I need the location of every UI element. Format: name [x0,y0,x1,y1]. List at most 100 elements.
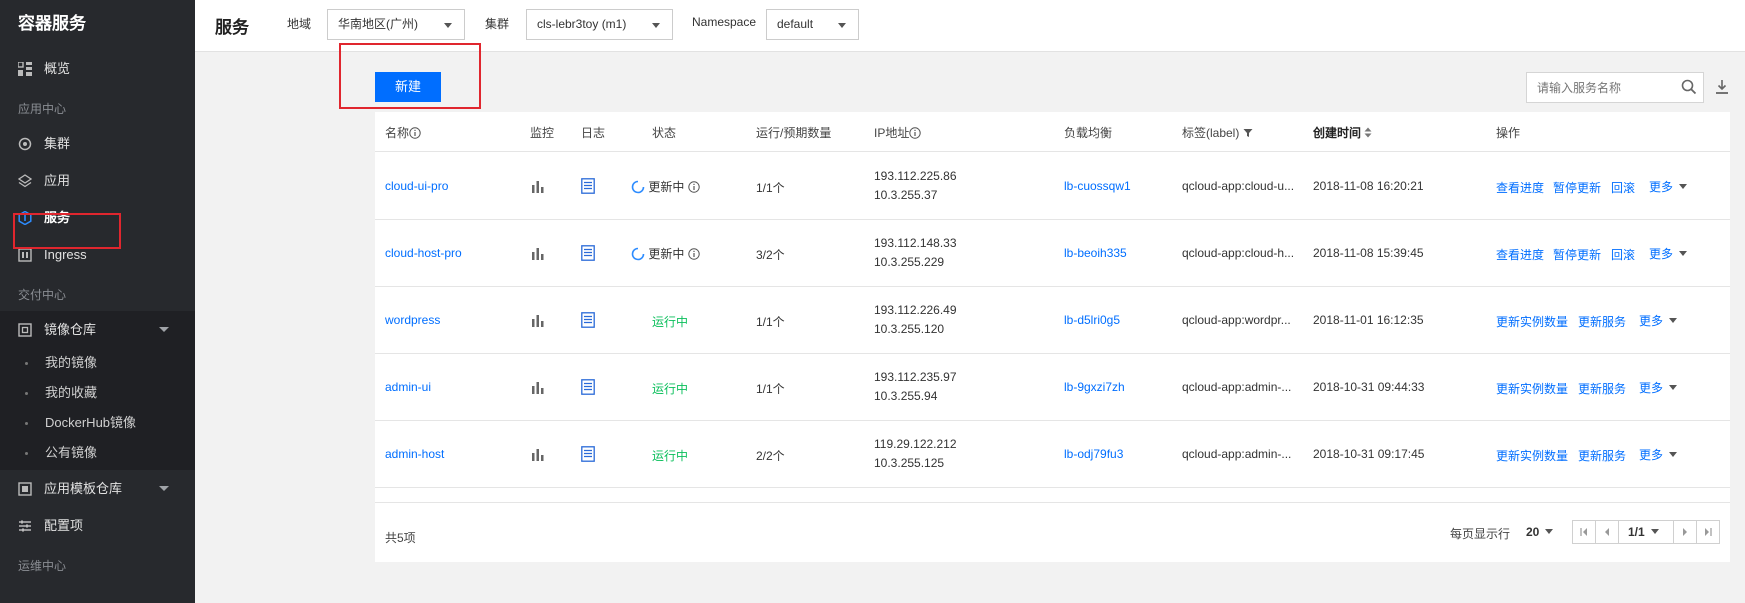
first-page-button[interactable] [1572,520,1596,544]
col-created[interactable]: 创建时间 [1313,124,1372,141]
next-page-button[interactable] [1673,520,1697,544]
table-row: wordpress 运行中 1/1个 193.112.226.49 10.3.25… [375,287,1730,354]
per-page-select[interactable]: 20 [1526,525,1554,539]
sidebar-sub-public-images[interactable]: 公有镜像 [0,438,195,470]
ip-addresses: 193.112.235.97 10.3.255.94 [874,370,957,403]
cluster-select[interactable]: cls-lebr3toy (m1) [526,9,673,40]
chevron-down-icon [159,327,169,332]
sidebar-item-app[interactable]: 应用 [0,162,195,199]
ip-addresses: 193.112.226.49 10.3.255.120 [874,303,957,336]
bar-chart-icon[interactable] [531,380,545,394]
col-label[interactable]: 标签(label) [1182,124,1253,141]
download-icon[interactable] [1715,79,1729,95]
bar-chart-icon[interactable] [531,447,545,461]
sort-icon[interactable] [1364,127,1372,138]
load-balancer-link[interactable]: lb-cuossqw1 [1064,179,1131,193]
log-doc-icon[interactable] [581,312,595,328]
pause-update-link[interactable]: 暂停更新 [1553,179,1601,196]
service-name-link[interactable]: wordpress [385,313,440,327]
ip-addresses: 193.112.225.86 10.3.255.37 [874,169,957,202]
page-select[interactable]: 1/1 [1618,520,1674,544]
last-page-button[interactable] [1696,520,1720,544]
info-icon[interactable] [688,181,700,193]
more-dropdown[interactable]: 更多 [1639,312,1678,329]
rollback-link[interactable]: 回滚 [1611,246,1635,263]
label-value: qcloud-app:cloud-h... [1182,246,1295,260]
sidebar-sub-dockerhub[interactable]: DockerHub镜像 [0,408,195,438]
more-dropdown[interactable]: 更多 [1639,379,1678,396]
update-service-link[interactable]: 更新服务 [1578,447,1626,464]
load-balancer-link[interactable]: lb-9gxzi7zh [1064,380,1125,394]
namespace-label: Namespace [692,15,757,29]
instance-count: 3/2个 [756,248,785,262]
region-select[interactable]: 华南地区(广州) [327,9,465,40]
log-doc-icon[interactable] [581,379,595,395]
cluster-label: 集群 [485,17,510,31]
log-doc-icon[interactable] [581,245,595,261]
more-dropdown[interactable]: 更多 [1649,178,1688,195]
sidebar-item-templates[interactable]: 应用模板仓库 [0,470,195,507]
region-label: 地域 [287,17,312,31]
log-doc-icon[interactable] [581,446,595,462]
more-dropdown[interactable]: 更多 [1639,446,1678,463]
status-running: 运行中 [652,449,689,463]
status-updating: 更新中 [631,178,700,195]
load-balancer-link[interactable]: lb-beoih335 [1064,246,1127,260]
prev-page-button[interactable] [1595,520,1619,544]
service-name-link[interactable]: admin-host [385,447,444,461]
view-progress-link[interactable]: 查看进度 [1496,179,1544,196]
sidebar-sub-my-images[interactable]: 我的镜像 [0,348,195,378]
info-icon[interactable] [688,248,700,260]
view-progress-link[interactable]: 查看进度 [1496,246,1544,263]
table-row: cloud-host-pro 更新中 3/2个 193.112.148.33 10… [375,220,1730,287]
sidebar-item-overview[interactable]: 概览 [0,50,195,87]
instance-count: 1/1个 [756,315,785,329]
service-search-input[interactable] [1526,72,1704,103]
sidebar-item-label: 应用模板仓库 [44,481,123,496]
more-dropdown[interactable]: 更多 [1649,245,1688,262]
created-time: 2018-11-08 15:39:45 [1313,246,1424,260]
status-running: 运行中 [652,382,689,396]
sidebar-item-registry[interactable]: 镜像仓库 [0,311,195,348]
bar-chart-icon[interactable] [531,313,545,327]
label-value: qcloud-app:wordpr... [1182,313,1291,327]
namespace-select[interactable]: default [766,9,859,40]
col-ops: 操作 [1496,126,1521,140]
spinner-icon [631,180,645,194]
service-name-link[interactable]: admin-ui [385,380,431,394]
sidebar-registry-section: 镜像仓库 我的镜像 我的收藏 DockerHub镜像 公有镜像 [0,311,195,470]
sidebar-item-config[interactable]: 配置项 [0,507,195,544]
filter-icon[interactable] [1243,128,1253,138]
pause-update-link[interactable]: 暂停更新 [1553,246,1601,263]
load-balancer-link[interactable]: lb-d5lri0g5 [1064,313,1120,327]
sidebar-sub-my-favorites[interactable]: 我的收藏 [0,378,195,408]
first-page-icon [1580,528,1587,536]
chevron-down-icon [1679,251,1688,256]
table-row: admin-ui 运行中 1/1个 193.112.235.97 10.3.255… [375,354,1730,421]
template-icon [18,482,32,496]
rollback-link[interactable]: 回滚 [1611,179,1635,196]
bar-chart-icon[interactable] [531,179,545,193]
sidebar-item-label: 配置项 [44,518,84,533]
update-service-link[interactable]: 更新服务 [1578,313,1626,330]
log-doc-icon[interactable] [581,178,595,194]
ip-addresses: 119.29.122.212 10.3.255.125 [874,437,957,470]
label-value: qcloud-app:admin-... [1182,380,1292,394]
update-instance-count-link[interactable]: 更新实例数量 [1496,447,1568,464]
spinner-icon [631,247,645,261]
search-icon[interactable] [1681,79,1697,95]
update-instance-count-link[interactable]: 更新实例数量 [1496,313,1568,330]
chevron-down-icon [838,23,846,28]
update-service-link[interactable]: 更新服务 [1578,380,1626,397]
registry-icon [18,323,32,337]
chevron-down-icon [652,23,660,28]
load-balancer-link[interactable]: lb-odj79fu3 [1064,447,1123,461]
update-instance-count-link[interactable]: 更新实例数量 [1496,380,1568,397]
chevron-down-icon [444,23,452,28]
col-lb: 负载均衡 [1064,126,1113,140]
bar-chart-icon[interactable] [531,246,545,260]
chevron-down-icon [159,486,169,491]
sidebar-item-cluster[interactable]: 集群 [0,125,195,162]
service-name-link[interactable]: cloud-ui-pro [385,179,448,193]
service-name-link[interactable]: cloud-host-pro [385,246,462,260]
